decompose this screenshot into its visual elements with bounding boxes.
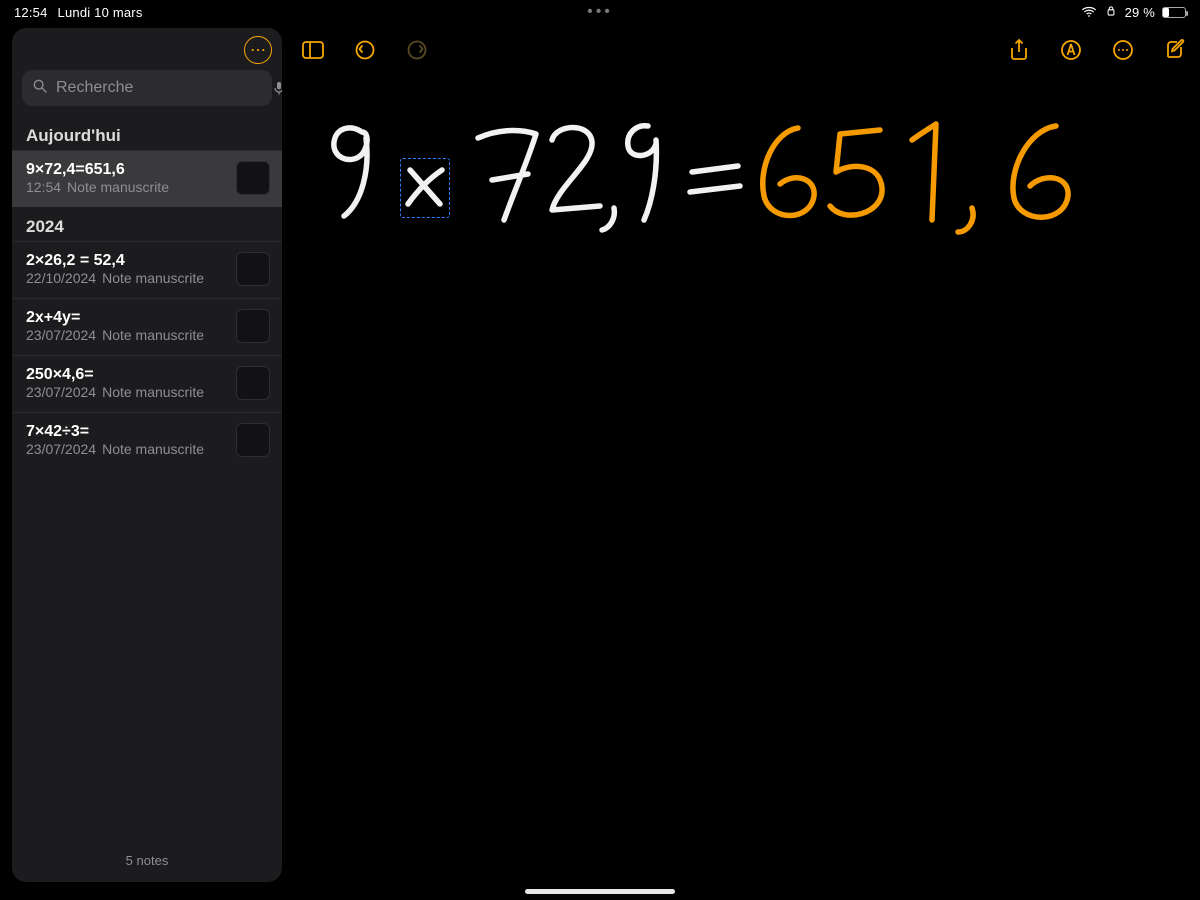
canvas-toolbar [300, 30, 1188, 70]
markup-button[interactable] [1058, 37, 1084, 63]
search-field[interactable] [22, 70, 272, 106]
toggle-sidebar-button[interactable] [300, 37, 326, 63]
note-subtitle: 12:54Note manuscrite [26, 179, 226, 195]
note-options-button[interactable] [1110, 37, 1136, 63]
note-title: 2×26,2 = 52,4 [26, 252, 226, 270]
note-row[interactable]: 2x+4y=23/07/2024Note manuscrite [12, 298, 282, 355]
handwriting-selection-box[interactable] [400, 158, 450, 218]
sidebar-footer: 5 notes [12, 841, 282, 882]
home-indicator[interactable] [525, 889, 675, 894]
search-icon [32, 78, 48, 99]
search-input[interactable] [56, 79, 263, 97]
status-date: Lundi 10 mars [58, 5, 143, 20]
note-subtitle: 23/07/2024Note manuscrite [26, 327, 226, 343]
status-right: 29 % [1081, 4, 1186, 21]
note-thumbnail [236, 161, 270, 195]
undo-button[interactable] [352, 37, 378, 63]
ellipsis-icon: ⋯ [250, 40, 266, 60]
note-thumbnail [236, 366, 270, 400]
notes-sidebar: ⋯ Aujourd'hui9×72,4=651,612:54Note manus… [12, 28, 282, 882]
redo-button[interactable] [404, 37, 430, 63]
status-left: 12:54 Lundi 10 mars [14, 5, 143, 20]
note-thumbnail [236, 252, 270, 286]
status-bar: 12:54 Lundi 10 mars ••• 29 % [0, 0, 1200, 24]
handwriting-canvas[interactable] [300, 80, 1200, 900]
battery-icon [1162, 7, 1186, 18]
sidebar-more-button[interactable]: ⋯ [244, 36, 272, 64]
note-row[interactable]: 2×26,2 = 52,422/10/2024Note manuscrite [12, 241, 282, 298]
section-header: 2024 [12, 207, 282, 241]
battery-percent: 29 % [1125, 5, 1155, 20]
wifi-icon [1081, 6, 1097, 18]
section-header: Aujourd'hui [12, 116, 282, 150]
note-title: 7×42÷3= [26, 423, 226, 441]
handwriting-expression [334, 126, 740, 230]
handwriting-result [763, 124, 1068, 232]
note-title: 250×4,6= [26, 366, 226, 384]
share-button[interactable] [1006, 37, 1032, 63]
note-row[interactable]: 9×72,4=651,612:54Note manuscrite [12, 150, 282, 207]
note-row[interactable]: 250×4,6=23/07/2024Note manuscrite [12, 355, 282, 412]
microphone-icon[interactable] [271, 80, 282, 96]
note-title: 9×72,4=651,6 [26, 161, 226, 179]
note-subtitle: 22/10/2024Note manuscrite [26, 270, 226, 286]
note-thumbnail [236, 423, 270, 457]
note-subtitle: 23/07/2024Note manuscrite [26, 384, 226, 400]
multitask-dots-icon[interactable]: ••• [587, 3, 613, 21]
compose-button[interactable] [1162, 37, 1188, 63]
note-subtitle: 23/07/2024Note manuscrite [26, 441, 226, 457]
lock-rotation-icon [1104, 4, 1118, 21]
note-thumbnail [236, 309, 270, 343]
status-time: 12:54 [14, 5, 48, 20]
note-title: 2x+4y= [26, 309, 226, 327]
note-row[interactable]: 7×42÷3=23/07/2024Note manuscrite [12, 412, 282, 469]
